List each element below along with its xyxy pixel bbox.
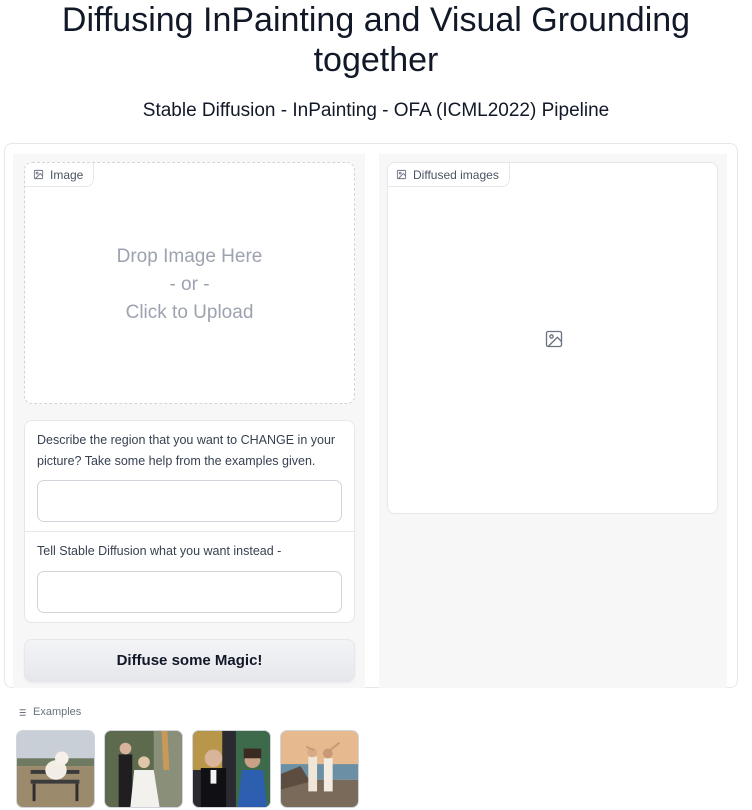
image-label: Image [50,167,84,182]
list-icon [17,708,26,716]
instead-label: Tell Stable Diffusion what you want inst… [37,544,282,558]
image-upload-dropzone[interactable]: Image Drop Image Here - or - Click to Up… [24,162,355,404]
example-thumbnail-3[interactable] [192,730,271,808]
or-text: - or - [169,274,210,295]
examples-label: Examples [33,706,82,718]
diffuse-button[interactable]: Diffuse some Magic! [24,639,355,682]
page-subtitle: Stable Diffusion - InPainting - OFA (ICM… [142,100,610,121]
image-label-tag: Image [25,163,95,187]
output-label-tag: Diffused images [388,163,510,187]
instead-input[interactable] [37,571,342,613]
couple-with-giraffe-thumbnail [105,731,182,807]
output-label: Diffused images [413,167,499,182]
page-title: Diffusing InPainting and Visual Groundin… [61,1,691,79]
example-thumbnail-2[interactable] [104,730,183,808]
couple-at-golden-globes-thumbnail [193,731,270,807]
upload-instructions[interactable]: Drop Image Here - or - Click to Upload [25,243,354,327]
prompt-form: Describe the region that you want to CHA… [24,420,355,623]
examples-header: Examples [16,706,81,718]
example-thumbnail-4[interactable] [280,730,359,808]
diffused-images-output: Diffused images [387,162,718,514]
change-region-input[interactable] [37,480,342,522]
form-divider [25,531,354,532]
click-to-upload-text: Click to Upload [125,302,254,323]
image-icon [396,169,407,180]
image-placeholder-icon [545,330,563,348]
drop-image-text: Drop Image Here [116,246,263,267]
dog-on-bench-thumbnail [17,731,94,807]
people-at-beach-thumbnail [281,731,358,807]
image-icon [33,169,44,180]
change-region-label: Describe the region that you want to CHA… [37,433,336,468]
example-thumbnail-1[interactable] [16,730,95,808]
